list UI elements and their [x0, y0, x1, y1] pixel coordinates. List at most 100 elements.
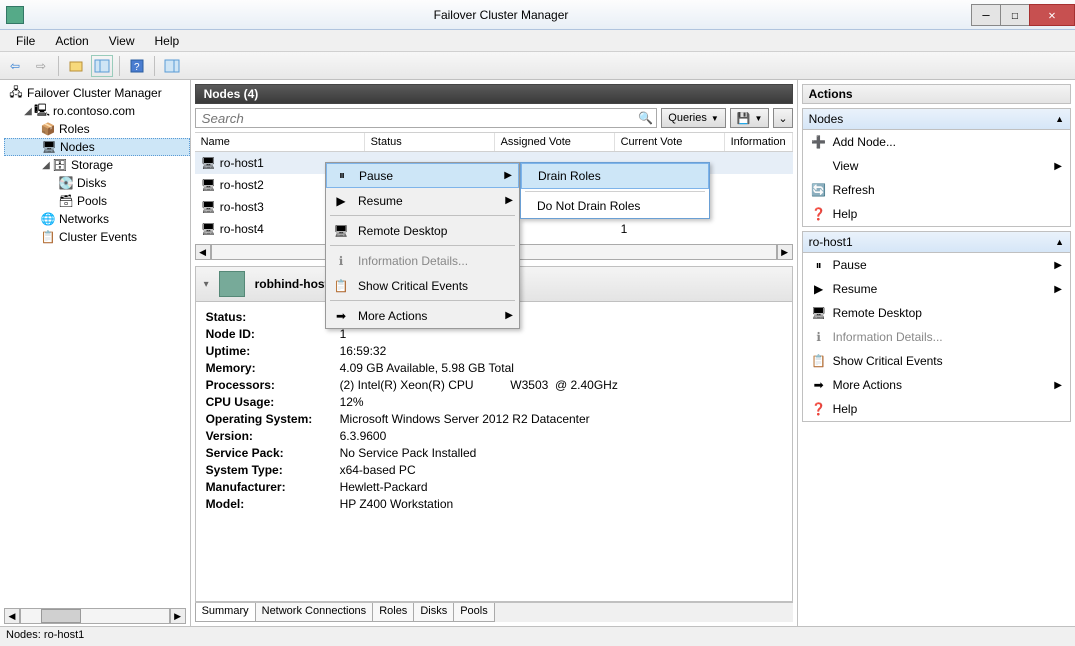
events-icon: 📋	[811, 353, 827, 369]
window-controls: — ☐ ✕	[972, 4, 1075, 26]
ctx-critical[interactable]: 📋Show Critical Events	[326, 273, 519, 298]
action-more-actions[interactable]: ➡More Actions▶	[803, 373, 1070, 397]
col-status[interactable]: Status	[365, 133, 495, 151]
scroll-left-icon[interactable]: ◀	[195, 244, 211, 260]
server-icon: 🖥	[201, 178, 216, 192]
scroll-right-icon[interactable]: ▶	[170, 608, 186, 624]
col-assigned[interactable]: Assigned Vote	[495, 133, 615, 151]
tree-hscroll[interactable]: ◀ ▶	[4, 608, 186, 624]
tree-pools[interactable]: 🗃 Pools	[4, 192, 190, 210]
tab-summary[interactable]: Summary	[195, 603, 256, 622]
tree-nodes[interactable]: 🖥 Nodes	[4, 138, 190, 156]
menu-action[interactable]: Action	[45, 32, 98, 50]
tab-network[interactable]: Network Connections	[255, 603, 374, 622]
context-menu: ⏸Pause▶ ▶Resume▶ 🖥Remote Desktop ℹInform…	[325, 162, 520, 329]
col-info[interactable]: Information	[725, 133, 793, 151]
tree-roles[interactable]: 📦 Roles	[4, 120, 190, 138]
ctx-separator	[330, 245, 515, 246]
ctx-more-actions[interactable]: ➡More Actions▶	[326, 303, 519, 328]
close-button[interactable]: ✕	[1029, 4, 1075, 26]
action-add-node[interactable]: ➕Add Node...	[803, 130, 1070, 154]
menu-help[interactable]: Help	[145, 32, 190, 50]
save-query-button[interactable]: 💾▼	[730, 108, 770, 128]
arrow-right-icon: ▶	[1054, 161, 1062, 172]
tree-networks[interactable]: 🌐 Networks	[4, 210, 190, 228]
help-icon: ❓	[811, 206, 827, 222]
tree-storage[interactable]: ◢ 🗄 Storage	[4, 156, 190, 174]
detail-value: Microsoft Windows Server 2012 R2 Datacen…	[340, 412, 782, 426]
collapse-icon[interactable]: ▲	[1055, 237, 1064, 247]
ctx-label: Show Critical Events	[358, 279, 468, 293]
scroll-left-icon[interactable]: ◀	[4, 608, 20, 624]
ctx-pause[interactable]: ⏸Pause▶	[326, 163, 519, 188]
action-help[interactable]: ❓Help	[803, 202, 1070, 226]
ctx-no-drain-roles[interactable]: Do Not Drain Roles	[521, 194, 709, 218]
ctx-separator	[525, 191, 705, 192]
actions-section-host: ro-host1 ▲ ⏸Pause▶ ▶Resume▶ 🖥Remote Desk…	[802, 231, 1071, 422]
section-title[interactable]: Nodes ▲	[803, 109, 1070, 130]
tree-cluster[interactable]: ◢ 🖳 ro.contoso.com	[4, 102, 190, 120]
col-current[interactable]: Current Vote	[615, 133, 725, 151]
expand-button[interactable]: ⌄	[773, 108, 792, 128]
show-hide-tree-button[interactable]	[91, 55, 113, 77]
action-remote-desktop[interactable]: 🖥Remote Desktop	[803, 301, 1070, 325]
chevron-down-icon: ⌄	[778, 112, 787, 125]
tab-pools[interactable]: Pools	[453, 603, 495, 622]
cluster-icon: 🖳	[34, 103, 50, 119]
section-title[interactable]: ro-host1 ▲	[803, 232, 1070, 253]
up-button[interactable]	[65, 55, 87, 77]
tree-root-label: Failover Cluster Manager	[27, 86, 162, 100]
maximize-button[interactable]: ☐	[1000, 4, 1030, 26]
nav-back-button[interactable]: ⇦	[4, 55, 26, 77]
tree-pane: 🖧 Failover Cluster Manager ◢ 🖳 ro.contos…	[0, 80, 191, 626]
node-name: ro-host2	[220, 178, 264, 192]
tree-root[interactable]: 🖧 Failover Cluster Manager	[4, 84, 190, 102]
action-critical-events[interactable]: 📋Show Critical Events	[803, 349, 1070, 373]
detail-label: System Type:	[206, 463, 340, 477]
node-name: ro-host4	[220, 222, 264, 236]
collapse-icon[interactable]: ▲	[1055, 114, 1064, 124]
arrow-right-icon: ▶	[1054, 260, 1062, 271]
action-resume[interactable]: ▶Resume▶	[803, 277, 1070, 301]
tree-cluster-label: ro.contoso.com	[53, 104, 135, 118]
arrow-right-icon: ▶	[504, 170, 512, 181]
ctx-drain-roles[interactable]: Drain Roles	[521, 163, 709, 189]
section-nodes-label: Nodes	[809, 112, 844, 126]
tree-cluster-events[interactable]: 📋 Cluster Events	[4, 228, 190, 246]
menu-view[interactable]: View	[99, 32, 145, 50]
tree-disks[interactable]: 💽 Disks	[4, 174, 190, 192]
expand-toggle-icon[interactable]: ◢	[22, 106, 34, 117]
show-actions-button[interactable]	[161, 55, 183, 77]
ctx-resume[interactable]: ▶Resume▶	[326, 188, 519, 213]
bottom-tabs: Summary Network Connections Roles Disks …	[195, 602, 793, 622]
menu-file[interactable]: File	[6, 32, 45, 50]
nav-forward-button[interactable]: ⇨	[30, 55, 52, 77]
scroll-thumb[interactable]	[41, 609, 81, 623]
col-name[interactable]: Name	[195, 133, 365, 151]
action-refresh[interactable]: 🔄Refresh	[803, 178, 1070, 202]
action-label: More Actions	[833, 378, 902, 392]
detail-label: Version:	[206, 429, 340, 443]
search-input[interactable]	[195, 108, 658, 128]
tab-disks[interactable]: Disks	[413, 603, 454, 622]
chevron-down-icon[interactable]: ▾	[204, 279, 209, 290]
queries-button[interactable]: Queries▼	[661, 108, 725, 128]
arrow-right-icon: ▶	[505, 195, 513, 206]
more-icon: ➡	[811, 377, 827, 393]
nodes-icon: 🖥	[41, 139, 57, 155]
ctx-remote-desktop[interactable]: 🖥Remote Desktop	[326, 218, 519, 243]
cluster-manager-icon: 🖧	[8, 85, 24, 101]
action-pause[interactable]: ⏸Pause▶	[803, 253, 1070, 277]
detail-label: Service Pack:	[206, 446, 340, 460]
scroll-track[interactable]	[20, 608, 170, 624]
action-view[interactable]: View▶	[803, 154, 1070, 178]
help-button[interactable]: ?	[126, 55, 148, 77]
minimize-button[interactable]: —	[971, 4, 1001, 26]
action-help-host[interactable]: ❓Help	[803, 397, 1070, 421]
expand-toggle-icon[interactable]: ◢	[40, 160, 52, 171]
search-icon[interactable]: 🔍	[638, 111, 653, 125]
ctx-separator	[330, 300, 515, 301]
scroll-right-icon[interactable]: ▶	[777, 244, 793, 260]
tab-roles[interactable]: Roles	[372, 603, 414, 622]
action-label: Remote Desktop	[833, 306, 922, 320]
